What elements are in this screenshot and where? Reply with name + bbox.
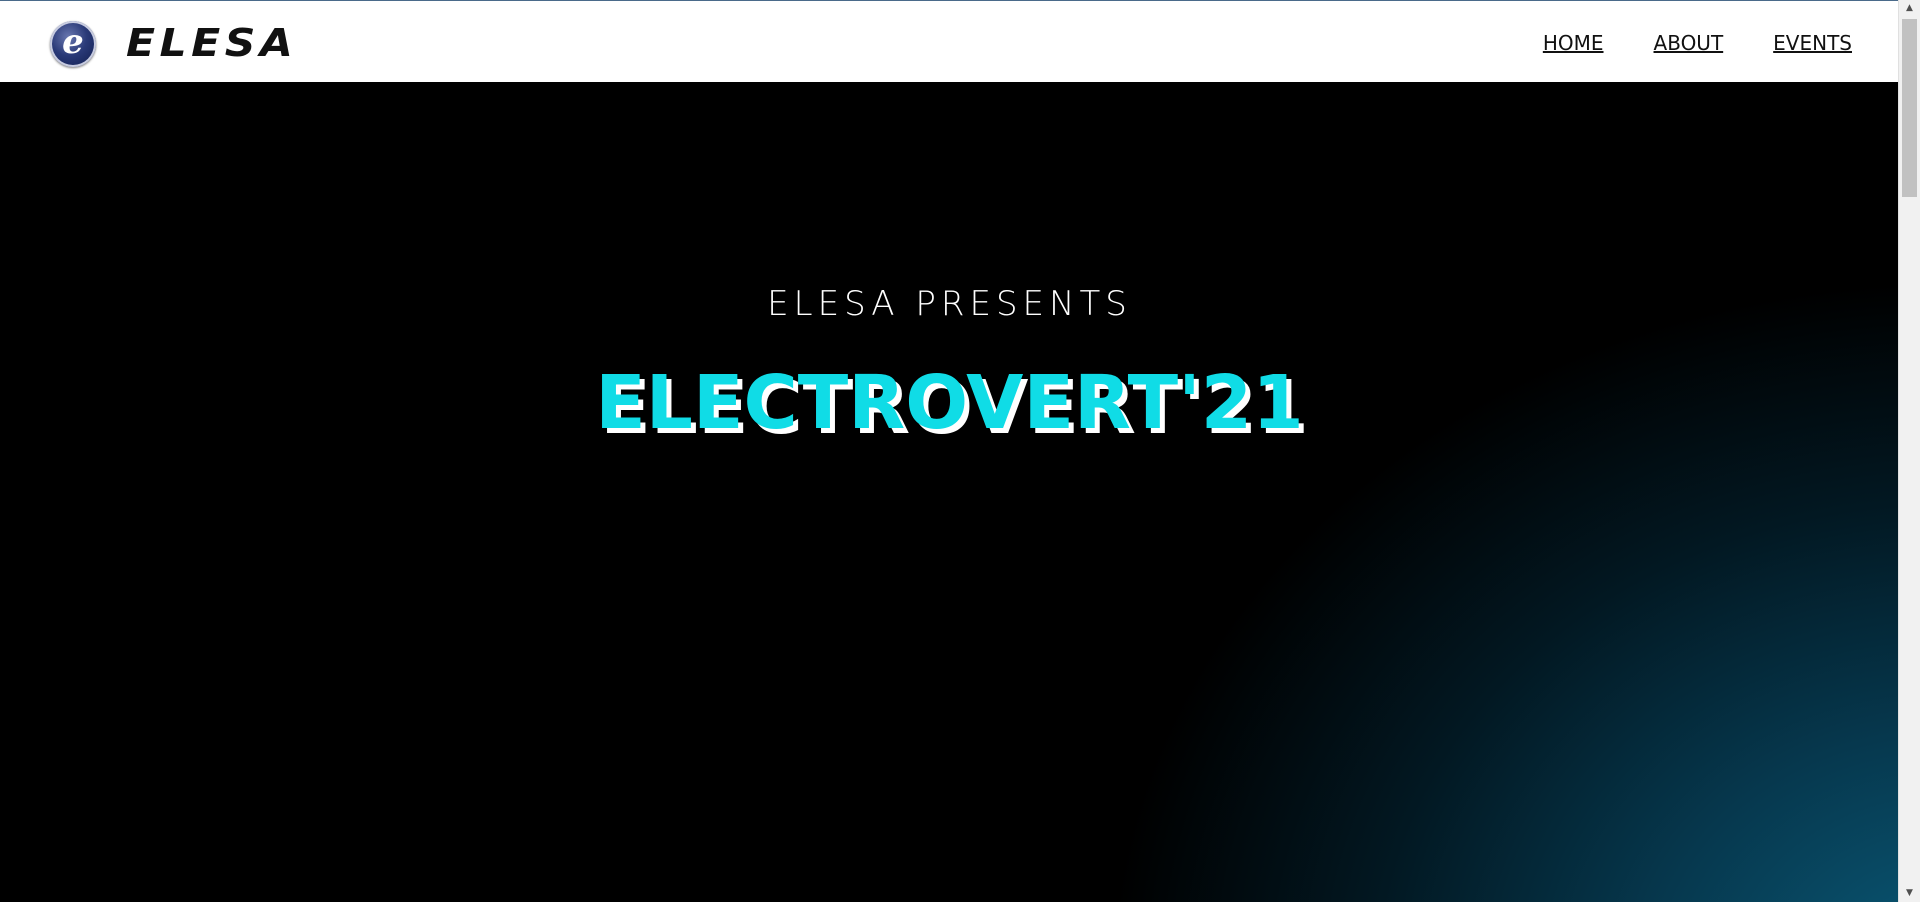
scroll-up-icon[interactable]: ▲ [1899,0,1920,17]
brand-wordmark[interactable]: ELESA [126,21,297,65]
page: e ELESA HOME ABOUT EVENTS ELESA PRESENTS… [0,0,1920,902]
nav-link-events[interactable]: EVENTS [1773,31,1852,55]
main-nav: HOME ABOUT EVENTS [1543,31,1852,55]
hero-title: ELECTROVERT'21 [595,360,1304,446]
logo-letter: e [62,22,84,62]
nav-link-home[interactable]: HOME [1543,31,1604,55]
scroll-down-icon[interactable]: ▼ [1899,885,1920,902]
hero-presents-text: ELESA PRESENTS [767,284,1132,324]
nav-link-about[interactable]: ABOUT [1654,31,1724,55]
logo-icon[interactable]: e [50,21,96,67]
scroll-thumb[interactable] [1902,19,1917,197]
navbar: e ELESA HOME ABOUT EVENTS [0,0,1899,82]
hero-section [0,82,1899,902]
vertical-scrollbar[interactable]: ▲ ▼ [1898,0,1920,902]
